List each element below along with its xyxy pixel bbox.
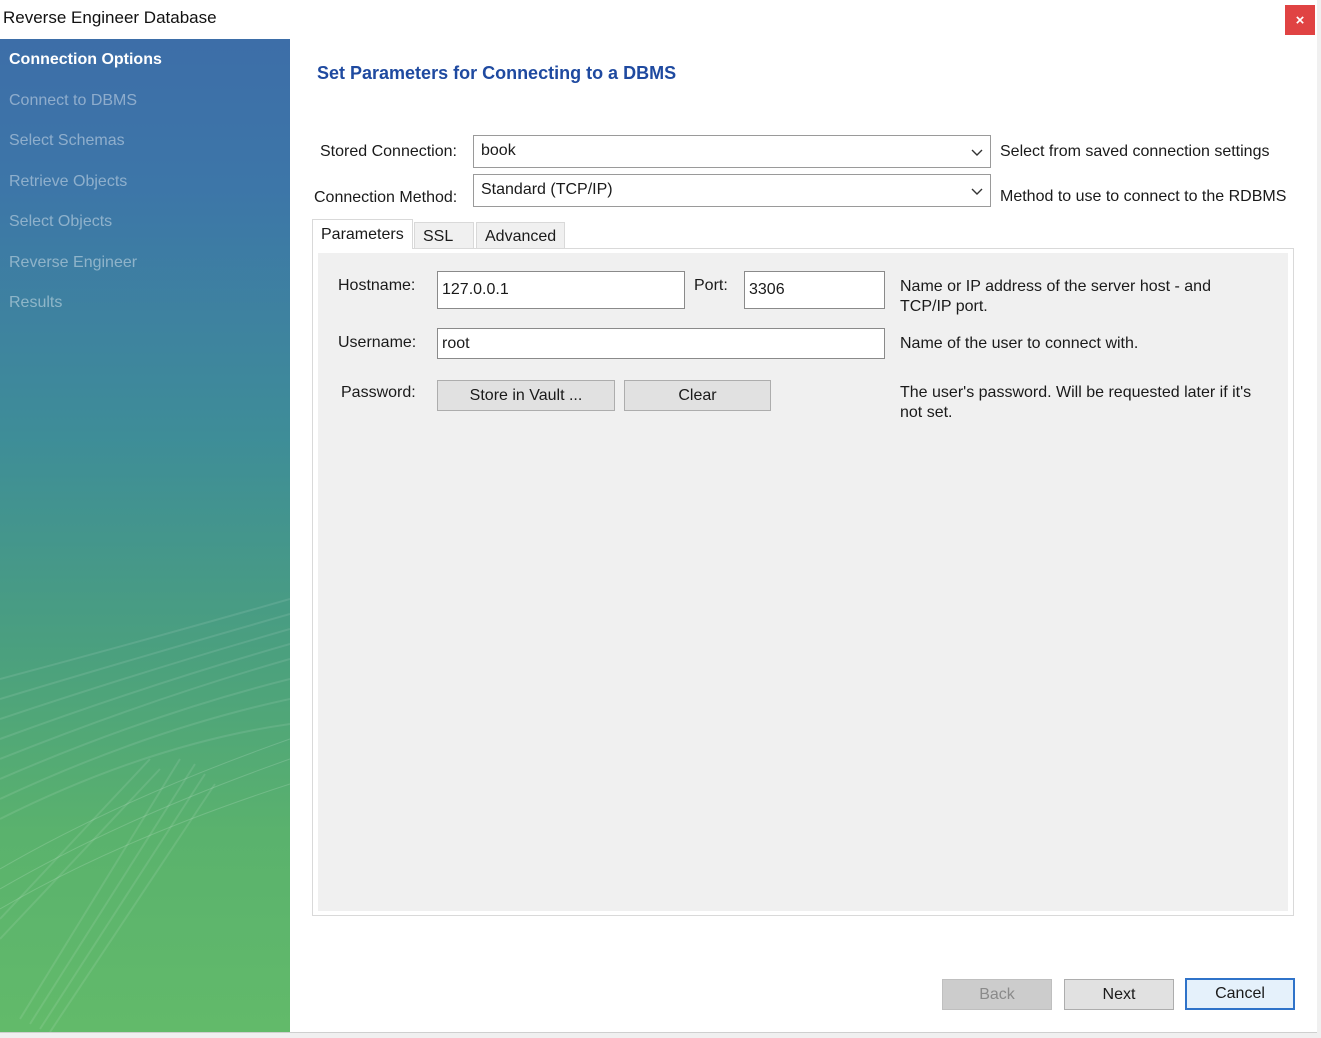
chevron-down-icon <box>971 188 983 195</box>
hostname-input[interactable]: 127.0.0.1 <box>437 271 685 309</box>
sidebar-item-retrieve-objects: Retrieve Objects <box>9 173 128 190</box>
wizard-content: Set Parameters for Connecting to a DBMS … <box>290 39 1317 1032</box>
stored-connection-label: Stored Connection: <box>320 143 457 160</box>
username-label: Username: <box>338 334 417 351</box>
tab-ssl[interactable]: SSL <box>414 222 474 250</box>
sidebar-item-connection-options: Connection Options <box>9 51 162 68</box>
page-title: Set Parameters for Connecting to a DBMS <box>317 63 677 83</box>
parameters-panel: Hostname: 127.0.0.1 Port: 3306 Name or I… <box>312 248 1294 916</box>
close-icon: × <box>1295 11 1305 29</box>
next-button[interactable]: Next <box>1064 979 1174 1010</box>
sidebar-item-select-schemas: Select Schemas <box>9 132 125 149</box>
title-bar: Reverse Engineer Database × <box>0 0 1317 39</box>
clear-password-button[interactable]: Clear <box>624 380 771 411</box>
connection-method-value: Standard (TCP/IP) <box>481 181 613 198</box>
sidebar-item-connect-to-dbms: Connect to DBMS <box>9 92 138 109</box>
wizard-sidebar: Connection Options Connect to DBMS Selec… <box>0 39 290 1032</box>
connection-method-label: Connection Method: <box>314 189 458 206</box>
sidebar-item-results: Results <box>9 294 63 311</box>
port-input[interactable]: 3306 <box>744 271 885 309</box>
reverse-engineer-window: Reverse Engineer Database × Connection O… <box>0 0 1317 1033</box>
host-help-line2: TCP/IP port. <box>900 298 988 315</box>
stored-connection-select[interactable]: book <box>473 135 991 168</box>
username-help: Name of the user to connect with. <box>900 335 1139 352</box>
back-button[interactable]: Back <box>942 979 1052 1010</box>
connection-method-help: Method to use to connect to the RDBMS <box>1000 188 1287 205</box>
chevron-down-icon <box>971 149 983 156</box>
stored-connection-value: book <box>481 142 516 159</box>
password-help-line1: The user's password. Will be requested l… <box>900 384 1252 401</box>
host-help: Name or IP address of the server host - … <box>900 277 1211 317</box>
hostname-label: Hostname: <box>338 277 416 294</box>
tab-advanced[interactable]: Advanced <box>476 222 566 250</box>
sidebar-item-reverse-engineer: Reverse Engineer <box>9 254 138 271</box>
cancel-button[interactable]: Cancel <box>1185 978 1295 1010</box>
store-in-vault-button[interactable]: Store in Vault ... <box>437 380 615 411</box>
window-title: Reverse Engineer Database <box>3 8 217 27</box>
parameters-panel-body: Hostname: 127.0.0.1 Port: 3306 Name or I… <box>318 253 1288 911</box>
password-label: Password: <box>341 384 416 401</box>
host-help-line1: Name or IP address of the server host - … <box>900 278 1211 295</box>
username-input[interactable]: root <box>437 328 885 359</box>
close-button[interactable]: × <box>1285 5 1315 35</box>
connection-method-select[interactable]: Standard (TCP/IP) <box>473 174 991 207</box>
password-help-line2: not set. <box>900 404 953 421</box>
sidebar-item-select-objects: Select Objects <box>9 213 113 230</box>
password-help: The user's password. Will be requested l… <box>900 383 1251 423</box>
stored-connection-help: Select from saved connection settings <box>1000 143 1270 160</box>
port-label: Port: <box>694 277 728 294</box>
tab-parameters[interactable]: Parameters <box>312 219 413 249</box>
